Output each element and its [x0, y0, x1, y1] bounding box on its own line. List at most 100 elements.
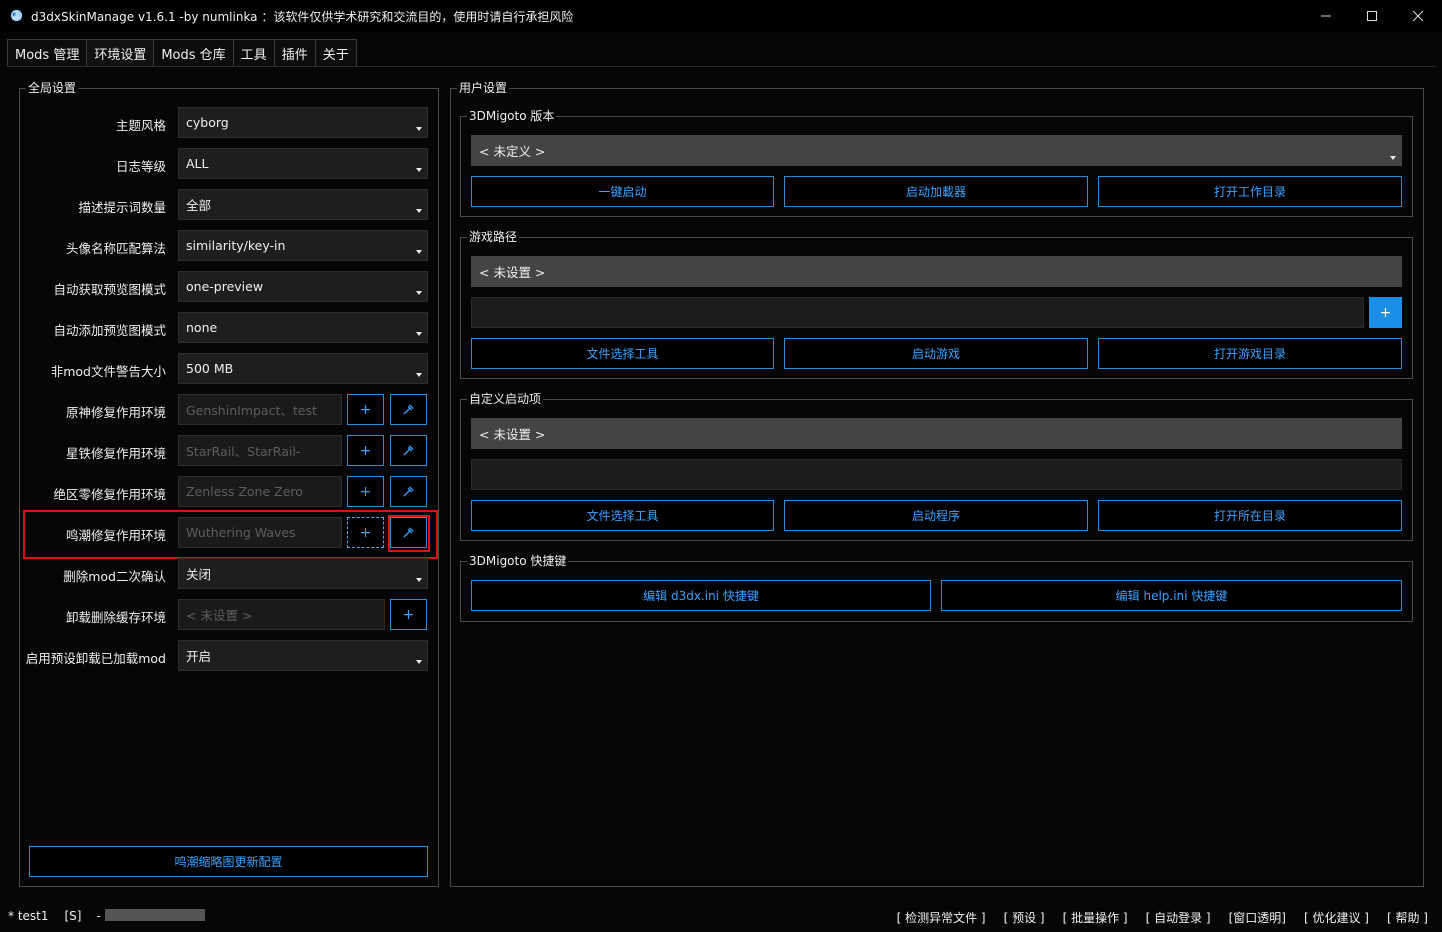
maximize-button[interactable] — [1349, 0, 1395, 32]
chevron-down-icon — [416, 660, 422, 664]
edit-help-hotkeys-button[interactable]: 编辑 help.ini 快捷键 — [941, 580, 1402, 611]
starrail-add-button[interactable]: + — [347, 435, 384, 466]
chevron-down-icon — [416, 127, 422, 131]
zzz-env-input[interactable]: Zenless Zone Zero — [178, 476, 342, 507]
nonmod-warn-select[interactable]: 500 MB — [178, 353, 428, 384]
launch-game-button[interactable]: 启动游戏 — [784, 338, 1088, 369]
preset-unload-value: 开启 — [186, 649, 212, 664]
tab-divider — [7, 66, 1436, 67]
starrail-env-input[interactable]: StarRail、StarRail- — [178, 435, 342, 466]
auto-login-link[interactable]: [ 自动登录 ] — [1146, 909, 1211, 926]
wuwa-thumbnail-update-button[interactable]: 鸣潮缩略图更新配置 — [29, 846, 428, 877]
tab-tools[interactable]: 工具 — [232, 39, 275, 67]
log-level-label: 日志等级 — [115, 159, 166, 174]
wuwa-fix-highlight — [388, 515, 430, 552]
zzz-add-button[interactable]: + — [347, 476, 384, 507]
minimize-icon — [1321, 15, 1331, 17]
tab-plugins[interactable]: 插件 — [273, 39, 316, 67]
preset-unload-select[interactable]: 开启 — [178, 640, 428, 671]
theme-select[interactable]: cyborg — [178, 107, 428, 138]
prompt-count-select[interactable]: 全部 — [178, 189, 428, 220]
unload-cache-label: 卸载删除缓存环境 — [65, 610, 166, 625]
main-tabs: Mods 管理 环境设置 Mods 仓库 工具 插件 关于 — [7, 39, 357, 67]
one-click-launch-button[interactable]: 一键启动 — [471, 176, 774, 207]
migoto-version-value: < 未定义 > — [479, 144, 546, 159]
tab-about[interactable]: 关于 — [314, 39, 357, 67]
edit-d3dx-hotkeys-button[interactable]: 编辑 d3dx.ini 快捷键 — [471, 580, 931, 611]
batch-operation-link[interactable]: [ 批量操作 ] — [1063, 909, 1128, 926]
starrail-env-label: 星铁修复作用环境 — [65, 446, 166, 461]
nonmod-warn-value: 500 MB — [186, 361, 234, 376]
preset-unload-label: 启用预设卸载已加载mod — [25, 651, 166, 666]
game-file-picker-button[interactable]: 文件选择工具 — [471, 338, 774, 369]
auto-preview-fetch-select[interactable]: one-preview — [178, 271, 428, 302]
genshin-fix-button[interactable] — [390, 394, 427, 425]
avatar-match-select[interactable]: similarity/key-in — [178, 230, 428, 261]
avatar-match-value: similarity/key-in — [186, 238, 286, 253]
custom-launch-value: < 未设置 > — [479, 427, 546, 442]
tab-mods-repo[interactable]: Mods 仓库 — [153, 39, 234, 67]
launch-program-button[interactable]: 启动程序 — [784, 500, 1088, 531]
status-user: * test1 — [8, 909, 49, 923]
status-progress-bar — [105, 909, 205, 921]
game-path-title: 游戏路径 — [467, 230, 520, 244]
hammer-icon — [403, 486, 414, 497]
genshin-env-label: 原神修复作用环境 — [65, 405, 166, 420]
global-settings-title: 全局设置 — [26, 81, 79, 95]
zzz-fix-button[interactable] — [390, 476, 427, 507]
hammer-icon — [403, 445, 414, 456]
chevron-down-icon — [416, 291, 422, 295]
auto-preview-add-value: none — [186, 320, 218, 335]
tab-env-settings[interactable]: 环境设置 — [86, 39, 155, 67]
suggestions-link[interactable]: [ 优化建议 ] — [1304, 909, 1369, 926]
window-title: d3dxSkinManage v1.6.1 -by numlinka ：该软件仅… — [31, 10, 574, 24]
status-separator: - — [96, 909, 101, 923]
log-level-value: ALL — [186, 156, 209, 171]
open-work-dir-button[interactable]: 打开工作目录 — [1098, 176, 1402, 207]
help-link[interactable]: [ 帮助 ] — [1387, 909, 1428, 926]
user-settings-title: 用户设置 — [457, 81, 510, 95]
minimize-button[interactable] — [1303, 0, 1349, 32]
unload-cache-input[interactable]: < 未设置 > — [178, 599, 385, 630]
status-left: * test1 [S] - — [8, 909, 101, 923]
migoto-version-select[interactable]: < 未定义 > — [471, 135, 1402, 166]
chevron-down-icon — [416, 209, 422, 213]
hammer-icon — [403, 404, 414, 415]
unload-cache-add-button[interactable]: + — [390, 599, 427, 630]
theme-label: 主题风格 — [115, 118, 166, 133]
game-path-value: < 未设置 > — [479, 265, 546, 280]
genshin-env-input[interactable]: GenshinImpact、test — [178, 394, 342, 425]
game-path-add-button[interactable]: + — [1369, 297, 1402, 328]
app-logo-icon — [10, 9, 23, 22]
starrail-fix-button[interactable] — [390, 435, 427, 466]
game-path-display: < 未设置 > — [471, 256, 1402, 287]
title-bar: d3dxSkinManage v1.6.1 -by numlinka ：该软件仅… — [0, 0, 1442, 32]
hotkeys-title: 3DMigoto 快捷键 — [467, 554, 569, 568]
maximize-icon — [1367, 11, 1377, 21]
check-abnormal-files-link[interactable]: [ 检测异常文件 ] — [897, 909, 986, 926]
prompt-count-value: 全部 — [186, 198, 212, 213]
auto-preview-add-select[interactable]: none — [178, 312, 428, 343]
open-game-dir-button[interactable]: 打开游戏目录 — [1098, 338, 1402, 369]
custom-launch-input[interactable] — [471, 459, 1402, 490]
genshin-add-button[interactable]: + — [347, 394, 384, 425]
game-path-input[interactable] — [471, 297, 1364, 328]
window-transparency-link[interactable]: [窗口透明] — [1229, 909, 1286, 926]
launch-loader-button[interactable]: 启动加載器 — [784, 176, 1088, 207]
delete-confirm-select[interactable]: 关闭 — [178, 558, 428, 589]
tab-mods-manage[interactable]: Mods 管理 — [7, 39, 88, 67]
auto-preview-fetch-label: 自动获取预览图模式 — [53, 282, 166, 297]
zzz-env-label: 绝区零修复作用环境 — [53, 487, 166, 502]
chevron-down-icon — [1390, 156, 1396, 160]
delete-confirm-label: 删除mod二次确认 — [63, 569, 166, 584]
chevron-down-icon — [416, 250, 422, 254]
custom-file-picker-button[interactable]: 文件选择工具 — [471, 500, 774, 531]
chevron-down-icon — [416, 578, 422, 582]
chevron-down-icon — [416, 332, 422, 336]
close-icon — [1412, 10, 1424, 22]
log-level-select[interactable]: ALL — [178, 148, 428, 179]
prompt-count-label: 描述提示词数量 — [78, 200, 166, 215]
open-program-dir-button[interactable]: 打开所在目录 — [1098, 500, 1402, 531]
preset-link[interactable]: [ 预设 ] — [1004, 909, 1045, 926]
close-button[interactable] — [1395, 0, 1441, 32]
